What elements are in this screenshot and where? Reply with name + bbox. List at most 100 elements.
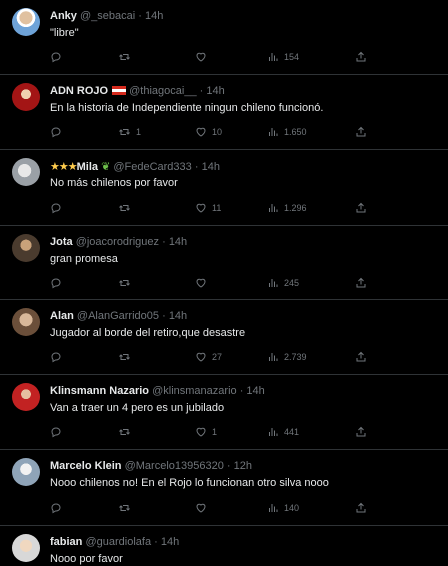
like-button[interactable]	[195, 502, 207, 514]
tweet[interactable]: Marcelo Klein @Marcelo13956320 · 12h Noo…	[0, 450, 448, 526]
retweet-button[interactable]	[118, 51, 131, 63]
views-button[interactable]: 140	[267, 502, 299, 514]
tweet[interactable]: ★★★Mila ❦ @FedeCard333 · 14h No más chil…	[0, 150, 448, 226]
handle[interactable]: @klinsmanazario	[152, 385, 237, 397]
like-icon	[196, 352, 206, 362]
views-count: 1.650	[284, 127, 307, 137]
retweet-button[interactable]: 1	[118, 126, 141, 138]
like-button[interactable]: 10	[195, 126, 222, 138]
separator-dot: ·	[226, 460, 231, 472]
share-button[interactable]	[355, 502, 367, 514]
display-name[interactable]: Klinsmann Nazario	[50, 385, 149, 397]
display-name[interactable]: Alan	[50, 310, 74, 322]
tweet[interactable]: ADN ROJO @thiagocai__ · 14h En la histor…	[0, 75, 448, 150]
handle[interactable]: @AlanGarrido05	[77, 310, 159, 322]
like-count: 10	[212, 127, 223, 137]
like-button[interactable]	[195, 277, 207, 289]
like-icon	[196, 427, 206, 437]
timestamp[interactable]: 14h	[246, 385, 264, 397]
like-button[interactable]: 1	[195, 426, 217, 438]
handle[interactable]: @Marcelo13956320	[125, 460, 224, 472]
retweet-button[interactable]	[118, 502, 131, 514]
display-name[interactable]: Anky	[50, 10, 77, 22]
avatar[interactable]	[12, 458, 40, 486]
retweet-button[interactable]	[118, 426, 131, 438]
tweet[interactable]: Klinsmann Nazario @klinsmanazario · 14h …	[0, 375, 448, 450]
reply-button[interactable]	[50, 126, 62, 138]
tweet-text: Van a traer un 4 pero es un jubilado	[50, 402, 225, 414]
reply-button[interactable]	[50, 202, 62, 214]
tweet[interactable]: Jota @joacorodriguez · 14h gran promesa …	[0, 226, 448, 300]
views-button[interactable]: 154	[267, 51, 299, 63]
handle[interactable]: @guardiolafa	[85, 536, 151, 548]
reply-icon	[51, 127, 61, 138]
display-name[interactable]: Mila	[77, 161, 98, 173]
leaf-emoji-icon: ❦	[101, 161, 111, 173]
reply-button[interactable]	[50, 277, 62, 289]
share-button[interactable]	[355, 351, 367, 363]
like-button[interactable]	[195, 51, 207, 63]
tweet-header: Anky @_sebacai · 14h	[50, 10, 163, 22]
retweet-button[interactable]	[118, 202, 131, 214]
views-button[interactable]: 1.296	[267, 202, 307, 214]
avatar[interactable]	[12, 83, 40, 111]
timestamp[interactable]: 14h	[145, 10, 163, 22]
like-button[interactable]: 11	[195, 202, 221, 214]
share-icon	[356, 426, 366, 437]
views-count: 245	[284, 278, 300, 288]
handle[interactable]: @_sebacai	[80, 10, 135, 22]
handle[interactable]: @thiagocai__	[129, 85, 196, 97]
share-icon	[356, 502, 366, 513]
retweet-button[interactable]	[118, 351, 131, 363]
views-button[interactable]: 2.739	[267, 351, 307, 363]
handle[interactable]: @FedeCard333	[113, 161, 191, 173]
views-button[interactable]: 245	[267, 277, 299, 289]
tweet-text: No más chilenos por favor	[50, 177, 178, 189]
tweet[interactable]: fabian @guardiolafa · 14h Nooo por favor	[0, 526, 448, 566]
reply-button[interactable]	[50, 502, 62, 514]
timestamp[interactable]: 12h	[234, 460, 252, 472]
retweet-icon	[119, 129, 130, 135]
avatar[interactable]	[12, 308, 40, 336]
like-count: 11	[212, 203, 222, 213]
tweet[interactable]: Alan @AlanGarrido05 · 14h Jugador al bor…	[0, 300, 448, 375]
tweet-header: Marcelo Klein @Marcelo13956320 · 12h	[50, 460, 252, 472]
separator-dot: ·	[154, 536, 158, 548]
display-name[interactable]: ADN ROJO	[50, 85, 108, 97]
share-button[interactable]	[355, 202, 367, 214]
share-button[interactable]	[355, 126, 367, 138]
reply-icon	[51, 52, 61, 63]
views-icon	[269, 279, 278, 287]
reply-icon	[51, 203, 61, 214]
share-button[interactable]	[355, 51, 367, 63]
timestamp[interactable]: 14h	[206, 85, 224, 97]
timestamp[interactable]: 14h	[202, 161, 220, 173]
views-count: 1.296	[284, 203, 307, 213]
display-name[interactable]: Jota	[50, 236, 73, 248]
display-name[interactable]: fabian	[50, 536, 82, 548]
reply-button[interactable]	[50, 351, 62, 363]
timestamp[interactable]: 14h	[161, 536, 179, 548]
share-button[interactable]	[355, 277, 367, 289]
display-name[interactable]: Marcelo Klein	[50, 460, 122, 472]
reply-button[interactable]	[50, 426, 62, 438]
like-icon	[196, 503, 206, 513]
avatar[interactable]	[12, 534, 40, 562]
views-button[interactable]: 1.650	[267, 126, 307, 138]
like-icon	[196, 278, 206, 288]
avatar[interactable]	[12, 234, 40, 262]
timestamp[interactable]: 14h	[169, 310, 187, 322]
tweet-actions: 1 441	[50, 426, 380, 442]
avatar[interactable]	[12, 158, 40, 186]
avatar[interactable]	[12, 8, 40, 36]
tweet-text: gran promesa	[50, 253, 118, 265]
reply-button[interactable]	[50, 51, 62, 63]
share-button[interactable]	[355, 426, 367, 438]
avatar[interactable]	[12, 383, 40, 411]
timestamp[interactable]: 14h	[169, 236, 187, 248]
handle[interactable]: @joacorodriguez	[76, 236, 159, 248]
like-button[interactable]: 27	[195, 351, 222, 363]
views-button[interactable]: 441	[267, 426, 299, 438]
retweet-button[interactable]	[118, 277, 131, 289]
tweet[interactable]: Anky @_sebacai · 14h "libre" 154	[0, 0, 448, 75]
